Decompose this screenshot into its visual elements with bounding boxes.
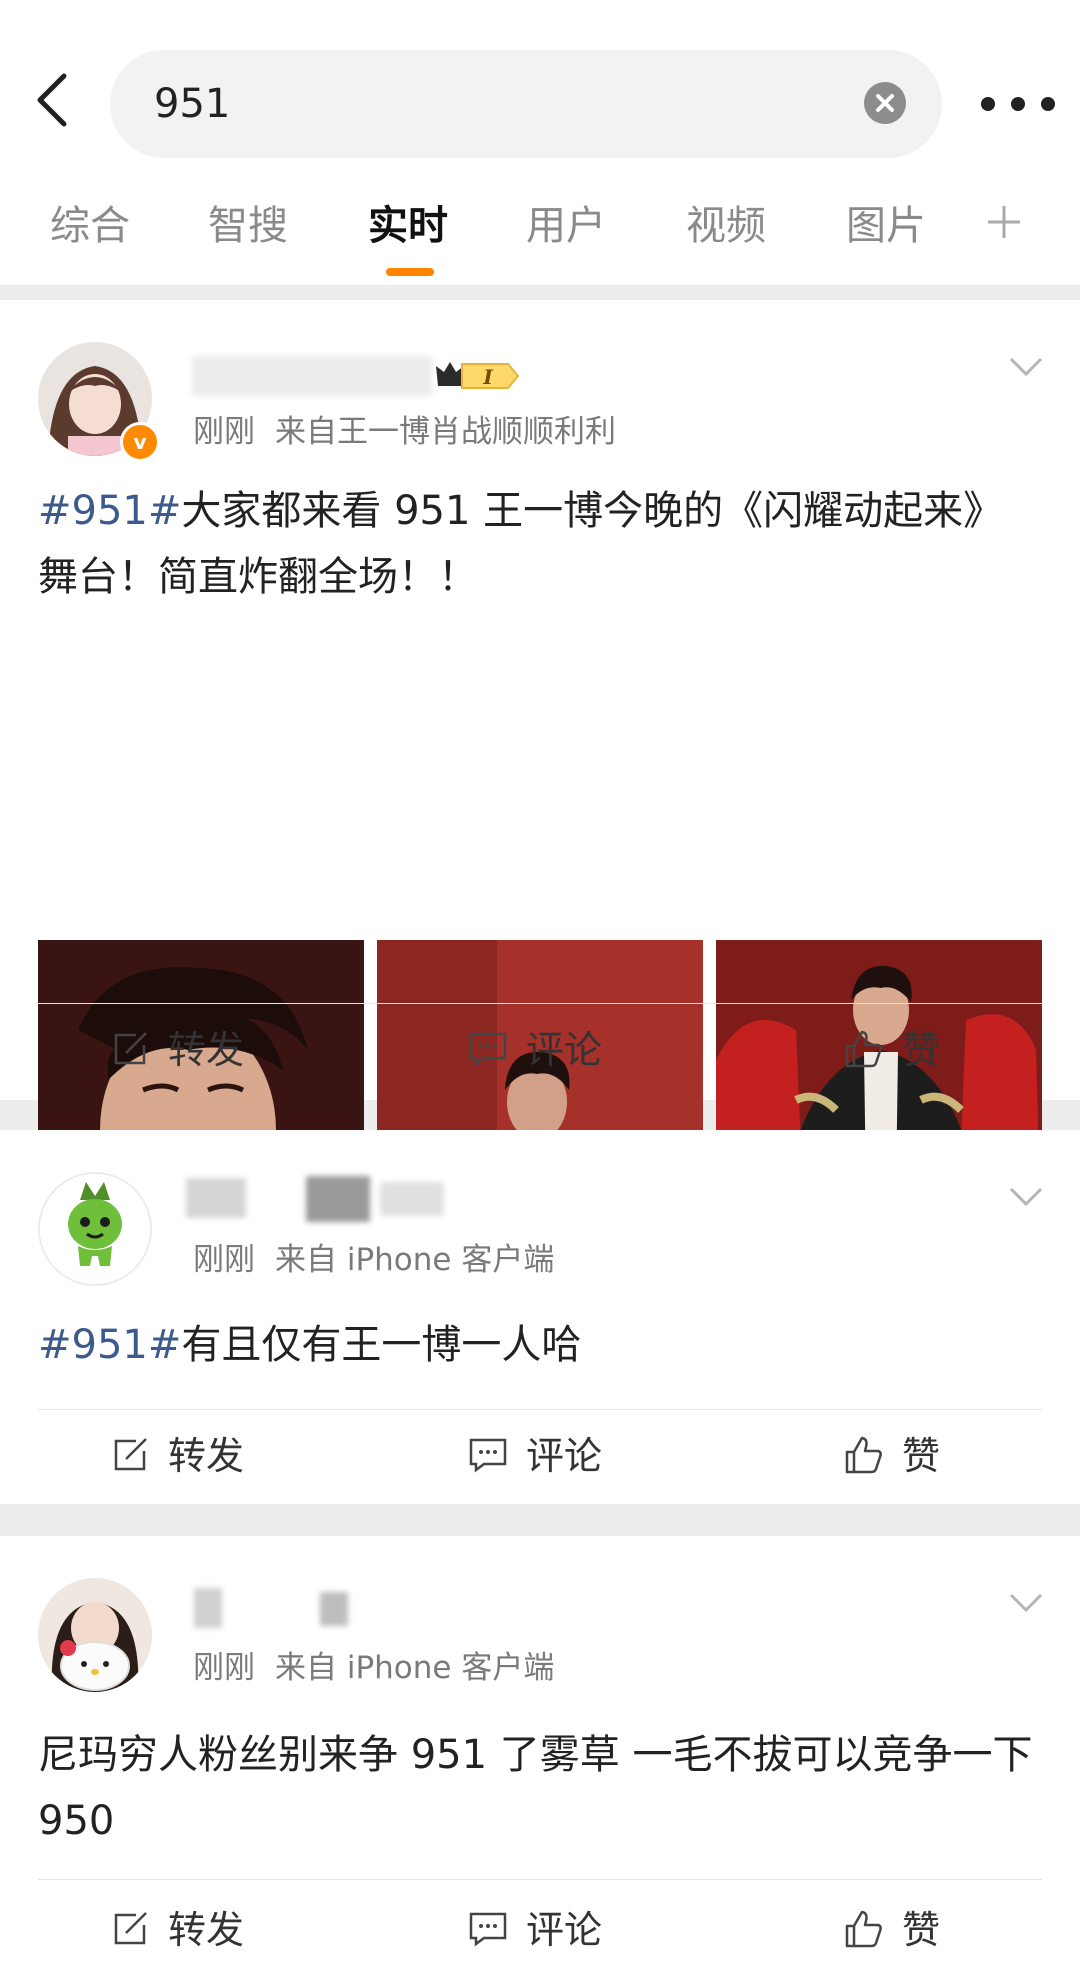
like-label: 赞 [902, 1434, 941, 1478]
active-tab-indicator [386, 268, 434, 276]
tab-smart-search[interactable]: 智搜 [208, 196, 288, 256]
repost-icon [114, 1031, 147, 1064]
post-time: 刚刚 [193, 1650, 255, 1686]
username-blurred [320, 1592, 348, 1626]
tab-realtime[interactable]: 实时 [368, 196, 448, 256]
post-card[interactable]: 刚刚 来自 iPhone 客户端 #951#有且仅有王一博一人哈 转发 评论 赞 [0, 1130, 1080, 1504]
like-label: 赞 [902, 1028, 941, 1072]
username-blurred[interactable] [192, 356, 432, 396]
post-meta: 刚刚 来自 iPhone 客户端 [193, 1646, 554, 1690]
back-icon[interactable] [28, 70, 84, 130]
post-source: 来自 iPhone 客户端 [275, 1650, 555, 1686]
comment-icon [469, 1912, 507, 1946]
post-meta: 刚刚 来自 iPhone 客户端 [193, 1238, 554, 1282]
repost-icon [114, 1911, 147, 1944]
post-content: #951#大家都来看 951 王一博今晚的《闪耀动起来》舞台！简直炸翻全场！！ [38, 478, 1042, 610]
post-source: 来自 iPhone 客户端 [275, 1242, 555, 1278]
username-blurred[interactable] [186, 1178, 246, 1218]
tab-comprehensive[interactable]: 综合 [50, 196, 130, 256]
like-button[interactable]: 赞 [844, 1900, 940, 1960]
thumbs-up-icon [845, 1910, 882, 1947]
post-meta: 刚刚 来自王一博肖战顺顺利利 [193, 410, 616, 454]
post-body: 有且仅有王一博一人哈 [181, 1322, 582, 1368]
repost-button[interactable]: 转发 [112, 1900, 244, 1960]
repost-label: 转发 [168, 1908, 245, 1952]
post-body: 尼玛穷人粉丝别来争 951 了雾草 一毛不拔可以竞争一下 950 [38, 1732, 1033, 1844]
username-blurred [380, 1182, 444, 1216]
post-source: 来自王一博肖战顺顺利利 [275, 414, 616, 450]
avatar[interactable] [38, 1172, 152, 1286]
divider [38, 1879, 1042, 1880]
divider [38, 1003, 1042, 1004]
search-input[interactable]: 951 [110, 50, 942, 158]
level-badge-icon: I [432, 356, 522, 396]
comment-label: 评论 [526, 1434, 603, 1478]
more-icon[interactable] [976, 92, 1060, 116]
username-blurred [306, 1176, 370, 1222]
post-card[interactable]: 刚刚 来自 iPhone 客户端 尼玛穷人粉丝别来争 951 了雾草 一毛不拔可以… [0, 1536, 1080, 1981]
add-tab-icon[interactable] [984, 202, 1024, 242]
hashtag-link[interactable]: #951# [38, 488, 181, 534]
repost-button[interactable]: 转发 [112, 1426, 244, 1486]
post-time: 刚刚 [193, 1242, 255, 1278]
repost-label: 转发 [168, 1028, 245, 1072]
search-query[interactable]: 951 [154, 78, 230, 130]
comment-icon [469, 1032, 507, 1066]
comment-button[interactable]: 评论 [468, 1426, 602, 1486]
post-content: 尼玛穷人粉丝别来争 951 了雾草 一毛不拔可以竞争一下 950 [38, 1722, 1042, 1854]
chevron-down-icon[interactable] [1008, 356, 1044, 378]
verified-badge-icon: v [120, 422, 160, 462]
comment-label: 评论 [526, 1028, 603, 1072]
like-button[interactable]: 赞 [844, 1426, 940, 1486]
divider [38, 1409, 1042, 1410]
tab-videos[interactable]: 视频 [686, 196, 766, 256]
chevron-down-icon[interactable] [1008, 1186, 1044, 1208]
chevron-down-icon[interactable] [1008, 1592, 1044, 1614]
tab-users[interactable]: 用户 [526, 196, 606, 256]
like-label: 赞 [902, 1908, 941, 1952]
post-time: 刚刚 [193, 414, 255, 450]
repost-button[interactable]: 转发 [112, 1020, 244, 1080]
hashtag-link[interactable]: #951# [38, 1322, 181, 1368]
comment-icon [469, 1438, 507, 1472]
clear-icon[interactable] [864, 82, 906, 124]
post-body: 大家都来看 951 王一博今晚的《闪耀动起来》舞台！简直炸翻全场！！ [38, 488, 1004, 600]
comment-button[interactable]: 评论 [468, 1020, 602, 1080]
post-content: #951#有且仅有王一博一人哈 [38, 1312, 1042, 1378]
thumbs-up-icon [845, 1436, 882, 1473]
svg-text:I: I [482, 365, 493, 389]
repost-icon [114, 1437, 147, 1470]
avatar[interactable] [38, 1578, 152, 1692]
search-tabs: 综合 智搜 实时 用户 视频 图片 [0, 196, 1080, 278]
thumbs-up-icon [845, 1030, 882, 1067]
comment-button[interactable]: 评论 [468, 1900, 602, 1960]
tab-images[interactable]: 图片 [846, 196, 926, 256]
repost-label: 转发 [168, 1434, 245, 1478]
post-card[interactable]: v I 刚刚 来自王一博肖战顺顺利利 #951#大家都来看 951 王一博今晚的《… [0, 300, 1080, 1268]
comment-label: 评论 [526, 1908, 603, 1952]
username-blurred[interactable] [194, 1588, 222, 1628]
like-button[interactable]: 赞 [844, 1020, 940, 1080]
